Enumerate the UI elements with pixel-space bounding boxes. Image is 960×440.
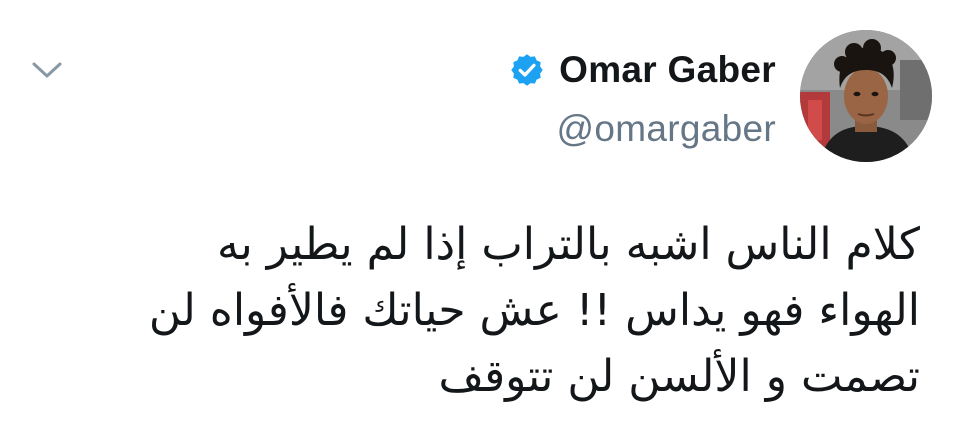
avatar[interactable] (800, 30, 932, 162)
name-row: Omar Gaber (509, 42, 776, 98)
tweet-header: Omar Gaber @omargaber (509, 30, 932, 162)
author-names[interactable]: Omar Gaber @omargaber (509, 42, 776, 150)
tweet-text-line-1: كلام الناس اشبه بالتراب إذا لم يطير به (216, 219, 920, 270)
author-display-name[interactable]: Omar Gaber (559, 49, 776, 91)
tweet-text-line-3: تصمت و الألسن لن تتوقف (438, 351, 920, 402)
author-handle[interactable]: @omargaber (557, 108, 777, 150)
tweet-card: Omar Gaber @omargaber كلام الناس اشبه با… (0, 0, 960, 440)
chevron-down-icon[interactable] (30, 58, 64, 82)
verified-badge-icon (511, 54, 543, 86)
tweet-text: كلام الناس اشبه بالتراب إذا لم يطير به ا… (40, 212, 920, 410)
avatar-image (800, 30, 932, 162)
tweet-text-line-2: الهواء فهو يداس !! عش حياتك فالأفواه لن (148, 285, 920, 336)
